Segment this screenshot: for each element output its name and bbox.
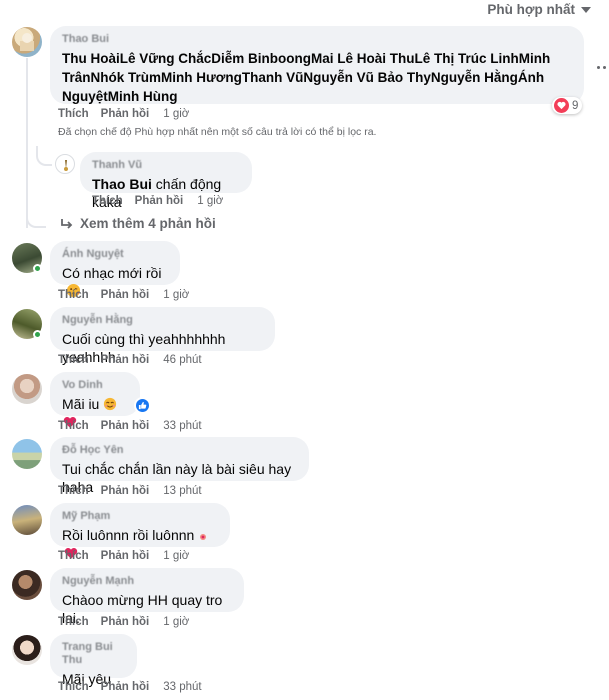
smile-emoji-icon	[104, 397, 117, 411]
like-button[interactable]: Thích	[58, 108, 89, 120]
reply-button[interactable]: Phản hồi	[101, 550, 150, 562]
reply-button[interactable]: Phản hồi	[101, 616, 150, 628]
like-button[interactable]: Thích	[58, 420, 89, 432]
see-more-replies-button[interactable]: Xem thêm 4 phản hồi	[60, 216, 216, 231]
thread-connector	[26, 206, 46, 228]
comment-author[interactable]: Đỗ Học Yên	[62, 444, 297, 457]
comment-actions: Thích Phản hồi 1 giờ	[58, 550, 189, 562]
like-button[interactable]: Thích	[58, 354, 89, 366]
comment-actions: Thích Phản hồi 1 giờ	[58, 108, 189, 120]
like-button[interactable]: Thích	[58, 289, 89, 301]
mention-link[interactable]: Thao Bui	[92, 176, 152, 192]
thread-line	[26, 58, 28, 228]
avatar[interactable]	[55, 154, 75, 174]
comment-time[interactable]: 1 giờ	[163, 616, 189, 628]
like-button[interactable]: Thích	[58, 550, 89, 562]
comment-author[interactable]: Thao Bui	[62, 33, 572, 46]
reply-button[interactable]: Phản hồi	[101, 420, 150, 432]
avatar[interactable]	[12, 374, 42, 404]
comment-time[interactable]: 46 phút	[163, 354, 201, 366]
avatar[interactable]	[12, 635, 42, 665]
reaction-summary[interactable]: 9	[552, 97, 583, 114]
comment-actions: Thích Phản hồi 1 giờ	[58, 616, 189, 628]
reply-button[interactable]: Phản hồi	[101, 289, 150, 301]
comment-bubble: Vo Dinh Mãi iu	[50, 372, 140, 428]
avatar[interactable]	[12, 570, 42, 600]
sort-selector[interactable]: Phù hợp nhất	[487, 2, 591, 17]
comment-actions: Thích Phản hồi 13 phút	[58, 485, 202, 497]
like-button[interactable]: Thích	[58, 616, 89, 628]
reply-button[interactable]: Phản hồi	[101, 681, 150, 693]
reply-arrow-icon	[61, 218, 73, 229]
reply-button[interactable]: Phản hồi	[101, 354, 150, 366]
comment-bubble: Mỹ Phạm Rồi luônnn rồi luônnn	[50, 503, 230, 559]
like-reaction-icon[interactable]	[134, 397, 151, 414]
chevron-down-icon	[581, 6, 591, 13]
like-button[interactable]: Thích	[92, 195, 123, 207]
comment-time[interactable]: 1 giờ	[163, 550, 189, 562]
comment-bubble: Thanh Vũ Thao Bui chấn động kaka	[80, 152, 252, 210]
online-indicator	[33, 330, 42, 339]
more-options-icon[interactable]	[597, 66, 609, 69]
comment-time[interactable]: 33 phút	[163, 420, 201, 432]
like-button[interactable]: Thích	[58, 485, 89, 497]
comment-text: Mãi iu	[62, 396, 100, 412]
heart-reaction-icon	[554, 98, 569, 113]
sparkle-icon	[200, 534, 207, 540]
comment-author[interactable]: Thanh Vũ	[92, 159, 240, 172]
comment-actions: Thích Phản hồi 1 giờ	[92, 195, 223, 207]
avatar-image	[64, 160, 68, 171]
online-indicator	[33, 264, 42, 273]
comment-author[interactable]: Nguyễn Hằng	[62, 314, 263, 327]
comment-time[interactable]: 1 giờ	[197, 195, 223, 207]
comment-time[interactable]: 1 giờ	[163, 108, 189, 120]
comment-actions: Thích Phản hồi 1 giờ	[58, 289, 189, 301]
comment-text: Rồi luônnn rồi luônnn	[62, 527, 195, 543]
avatar[interactable]	[12, 439, 42, 469]
see-more-label: Xem thêm 4 phản hồi	[80, 216, 216, 231]
comment-text: Thu HoàiLê Vững ChắcDiễm BinboongMai Lê …	[62, 51, 551, 104]
comment-bubble: Đỗ Học Yên Tui chắc chắn lần này là bài …	[50, 437, 309, 495]
comment-time[interactable]: 33 phút	[163, 681, 201, 693]
like-button[interactable]: Thích	[58, 681, 89, 693]
thread-connector	[36, 146, 52, 166]
comment-bubble: Nguyễn Hằng Cuối cùng thì yeahhhhhhh yea…	[50, 307, 275, 365]
reply-button[interactable]: Phản hồi	[101, 485, 150, 497]
comment-time[interactable]: 1 giờ	[163, 289, 189, 301]
comment-bubble: Thao Bui Thu HoàiLê Vững ChắcDiễm Binboo…	[50, 26, 584, 104]
comment-actions: Thích Phản hồi 33 phút	[58, 681, 202, 693]
sort-label: Phù hợp nhất	[487, 2, 575, 17]
comment-author[interactable]: Nguyễn Mạnh	[62, 575, 232, 588]
comment-author[interactable]: Ánh Nguyệt	[62, 248, 168, 261]
reaction-count: 9	[572, 99, 579, 112]
comment-bubble: Trang Bui Thu Mãi yêu	[50, 634, 137, 687]
reply-button[interactable]: Phản hồi	[135, 195, 184, 207]
avatar[interactable]	[12, 27, 42, 57]
comment-author[interactable]: Mỹ Phạm	[62, 510, 218, 523]
comment-bubble: Ánh Nguyệt Có nhạc mới rồi	[50, 241, 180, 298]
comment-text: Có nhạc mới rồi	[62, 265, 162, 281]
avatar-image	[20, 33, 34, 51]
avatar[interactable]	[12, 505, 42, 535]
comment-actions: Thích Phản hồi 33 phút	[58, 420, 202, 432]
comment-time[interactable]: 13 phút	[163, 485, 201, 497]
comment-author[interactable]: Trang Bui Thu	[62, 641, 125, 667]
comment-author[interactable]: Vo Dinh	[62, 379, 128, 392]
reply-button[interactable]: Phản hồi	[101, 108, 150, 120]
filter-note: Đã chọn chế độ Phù hợp nhất nên một số c…	[58, 126, 377, 138]
comment-actions: Thích Phản hồi 46 phút	[58, 354, 202, 366]
comment-bubble: Nguyễn Mạnh Chàoo mừng HH quay tro lai.	[50, 568, 244, 626]
